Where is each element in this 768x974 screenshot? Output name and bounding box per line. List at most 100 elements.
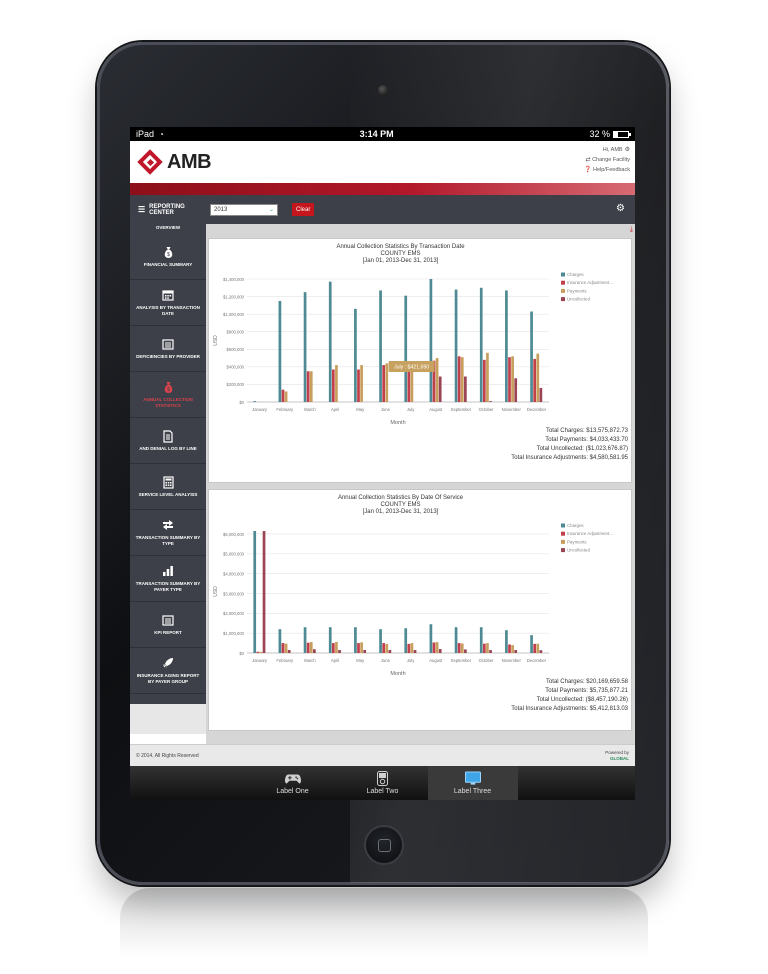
home-square-icon	[378, 839, 391, 852]
bar-uncollected	[489, 650, 492, 653]
y-tick-label: $0	[239, 651, 244, 656]
x-tick-label: February	[276, 407, 294, 412]
total-payments: Total Payments: $5,735,877.21	[545, 688, 628, 694]
home-button[interactable]	[364, 825, 404, 865]
chart-panel-date-of-service: Annual Collection Statistics By Date Of …	[208, 489, 632, 731]
bar-uncollected	[489, 401, 492, 402]
sidebar-item-annual-collection-statistics[interactable]: $ ANNUAL COLLECTION STATISTICS	[130, 372, 206, 418]
sidebar-item-kpi-report[interactable]: KPI REPORT	[130, 602, 206, 648]
bar-uncollected	[413, 650, 417, 653]
greeting-link[interactable]: Hi, AMB ⚙	[582, 145, 630, 155]
chart-title: Annual Collection Statistics By Transact…	[336, 244, 465, 250]
legend-swatch	[561, 523, 565, 528]
bar-charges	[454, 289, 458, 402]
sidebar-item-transaction-summary-by-type[interactable]: TRANSACTION SUMMARY BY TYPE	[130, 510, 206, 556]
sidebar-item-transaction-summary-by-payer-type[interactable]: TRANSACTION SUMMARY BY PAYER TYPE	[130, 556, 206, 602]
total-uncollected: Total Uncollected: ($1,023,676.87)	[536, 446, 628, 452]
powered-by-brand: GLOBAL	[610, 755, 629, 761]
question-icon: ❓	[583, 167, 592, 173]
calculator-icon	[162, 475, 174, 489]
sidebar-footer-space	[130, 704, 206, 734]
y-tick-label: $0	[239, 400, 244, 405]
bar-charges	[328, 627, 332, 653]
bar-uncollected	[287, 650, 291, 653]
svg-text:$: $	[167, 252, 170, 258]
legend-label: Uncollected	[567, 548, 590, 553]
bar-insurance-adjustment	[432, 642, 436, 653]
bar-payments	[385, 363, 389, 402]
bar-charges	[278, 629, 282, 653]
total-insurance-adjustments: Total Insurance Adjustments: $4,580,581.…	[511, 455, 628, 461]
bar-uncollected	[388, 650, 392, 653]
clear-button[interactable]: Clear	[292, 203, 315, 216]
bar-charges	[505, 630, 508, 653]
report-main: ⤓ Annual Collection Statistics By Transa…	[206, 224, 635, 744]
sidebar-item-deficiencies-by-provider[interactable]: DEFICIENCIES BY PROVIDER	[130, 326, 206, 372]
bar-insurance-adjustment	[508, 644, 511, 653]
change-facility-link[interactable]: ⇄ Change Facility	[582, 155, 630, 165]
bar-insurance-adjustment	[382, 365, 386, 402]
tab-label-one[interactable]: Label One	[248, 766, 338, 800]
sidebar-item-label: ANNUAL COLLECTION STATISTICS	[143, 396, 193, 408]
bar-uncollected	[438, 649, 442, 653]
logo-text: AMB	[167, 150, 212, 173]
bar-uncollected	[338, 650, 341, 653]
y-tick-label: $3,000,000	[223, 591, 245, 596]
sidebar-item-analysis-by-transaction-date[interactable]: ANALYSIS BY TRANSACTION DATE	[130, 280, 206, 326]
legend-swatch	[561, 539, 565, 544]
bar-insurance-adjustment	[508, 357, 511, 402]
x-axis-label: Month	[390, 420, 405, 426]
sidebar-item-label: KPI REPORT	[154, 629, 182, 635]
bar-payments	[385, 643, 389, 653]
body-area: OVERVIEW $ FINANCIAL SUMMARY ANALYSIS BY T…	[130, 224, 635, 744]
monitor-icon	[464, 771, 481, 786]
bar-charges	[253, 401, 257, 402]
x-tick-label: April	[331, 407, 339, 412]
settings-gear-icon[interactable]: ⚙	[616, 203, 625, 214]
bar-payments	[486, 352, 489, 402]
bar-uncollected	[363, 650, 367, 653]
tab-label-three[interactable]: Label Three	[427, 766, 518, 800]
bar-insurance-adjustment	[357, 643, 360, 653]
status-bar: iPad ◔ 3:14 PM 32 %	[130, 127, 635, 141]
arrows-icon	[162, 519, 174, 532]
bar-uncollected	[539, 650, 543, 653]
total-payments: Total Payments: $4,033,433.70	[545, 437, 628, 443]
totals-transaction-date: Total Charges: $13,575,872.73 Total Paym…	[511, 427, 628, 463]
total-charges: Total Charges: $13,575,872.73	[545, 428, 628, 434]
bar-payments	[536, 353, 540, 402]
sidebar-item-insurance-aging-report-by-payer-group[interactable]: INSURANCE AGING REPORT BY PAYER GROUP	[130, 648, 206, 694]
sidebar-item-service-level-analysis[interactable]: SERVICE LEVEL ANALYSIS	[130, 464, 206, 510]
bar-payments	[486, 643, 489, 653]
gamepad-icon	[284, 772, 301, 786]
bar-charges	[379, 629, 382, 653]
tab-label-two[interactable]: Label Two	[338, 766, 428, 800]
sidebar-item-and-denial-log-by-line[interactable]: AND DENIAL LOG BY LINE	[130, 418, 206, 464]
bar-insurance-adjustment	[331, 369, 335, 402]
help-link[interactable]: ❓ Help/Feedback	[582, 165, 630, 175]
bar-payments	[435, 642, 439, 653]
chart-panel-transaction-date: Annual Collection Statistics By Transact…	[208, 238, 632, 483]
year-select[interactable]: 2013 ⌄	[210, 203, 278, 216]
x-tick-label: January	[252, 407, 268, 412]
bar-insurance-adjustment	[482, 643, 486, 653]
bar-insurance-adjustment	[256, 651, 260, 653]
legend-label: Payments	[567, 539, 587, 544]
legend-swatch	[561, 297, 565, 302]
x-tick-label: June	[381, 407, 391, 412]
tab-label: Label Three	[453, 787, 492, 795]
y-tick-label: $1,000,000	[223, 631, 245, 636]
bar-insurance-adjustment	[407, 643, 411, 653]
sidebar: OVERVIEW $ FINANCIAL SUMMARY ANALYSIS BY T…	[130, 224, 206, 704]
reporting-center-menu[interactable]: ☰ REPORTING CENTER	[138, 204, 210, 216]
bar-charges	[404, 295, 408, 402]
y-tick-label: $2,000,000	[223, 611, 245, 616]
y-tick-label: $5,000,000	[223, 552, 245, 557]
x-tick-label: July	[407, 407, 415, 412]
sidebar-item-financial-summary[interactable]: $ FINANCIAL SUMMARY	[130, 234, 206, 280]
total-uncollected: Total Uncollected: ($8,457,190.26)	[536, 697, 628, 703]
legend-swatch	[561, 288, 565, 293]
x-tick-label: July	[407, 658, 415, 663]
chevron-down-icon: ⌄	[268, 207, 274, 213]
export-pdf-icon[interactable]: ⤓	[630, 226, 633, 234]
